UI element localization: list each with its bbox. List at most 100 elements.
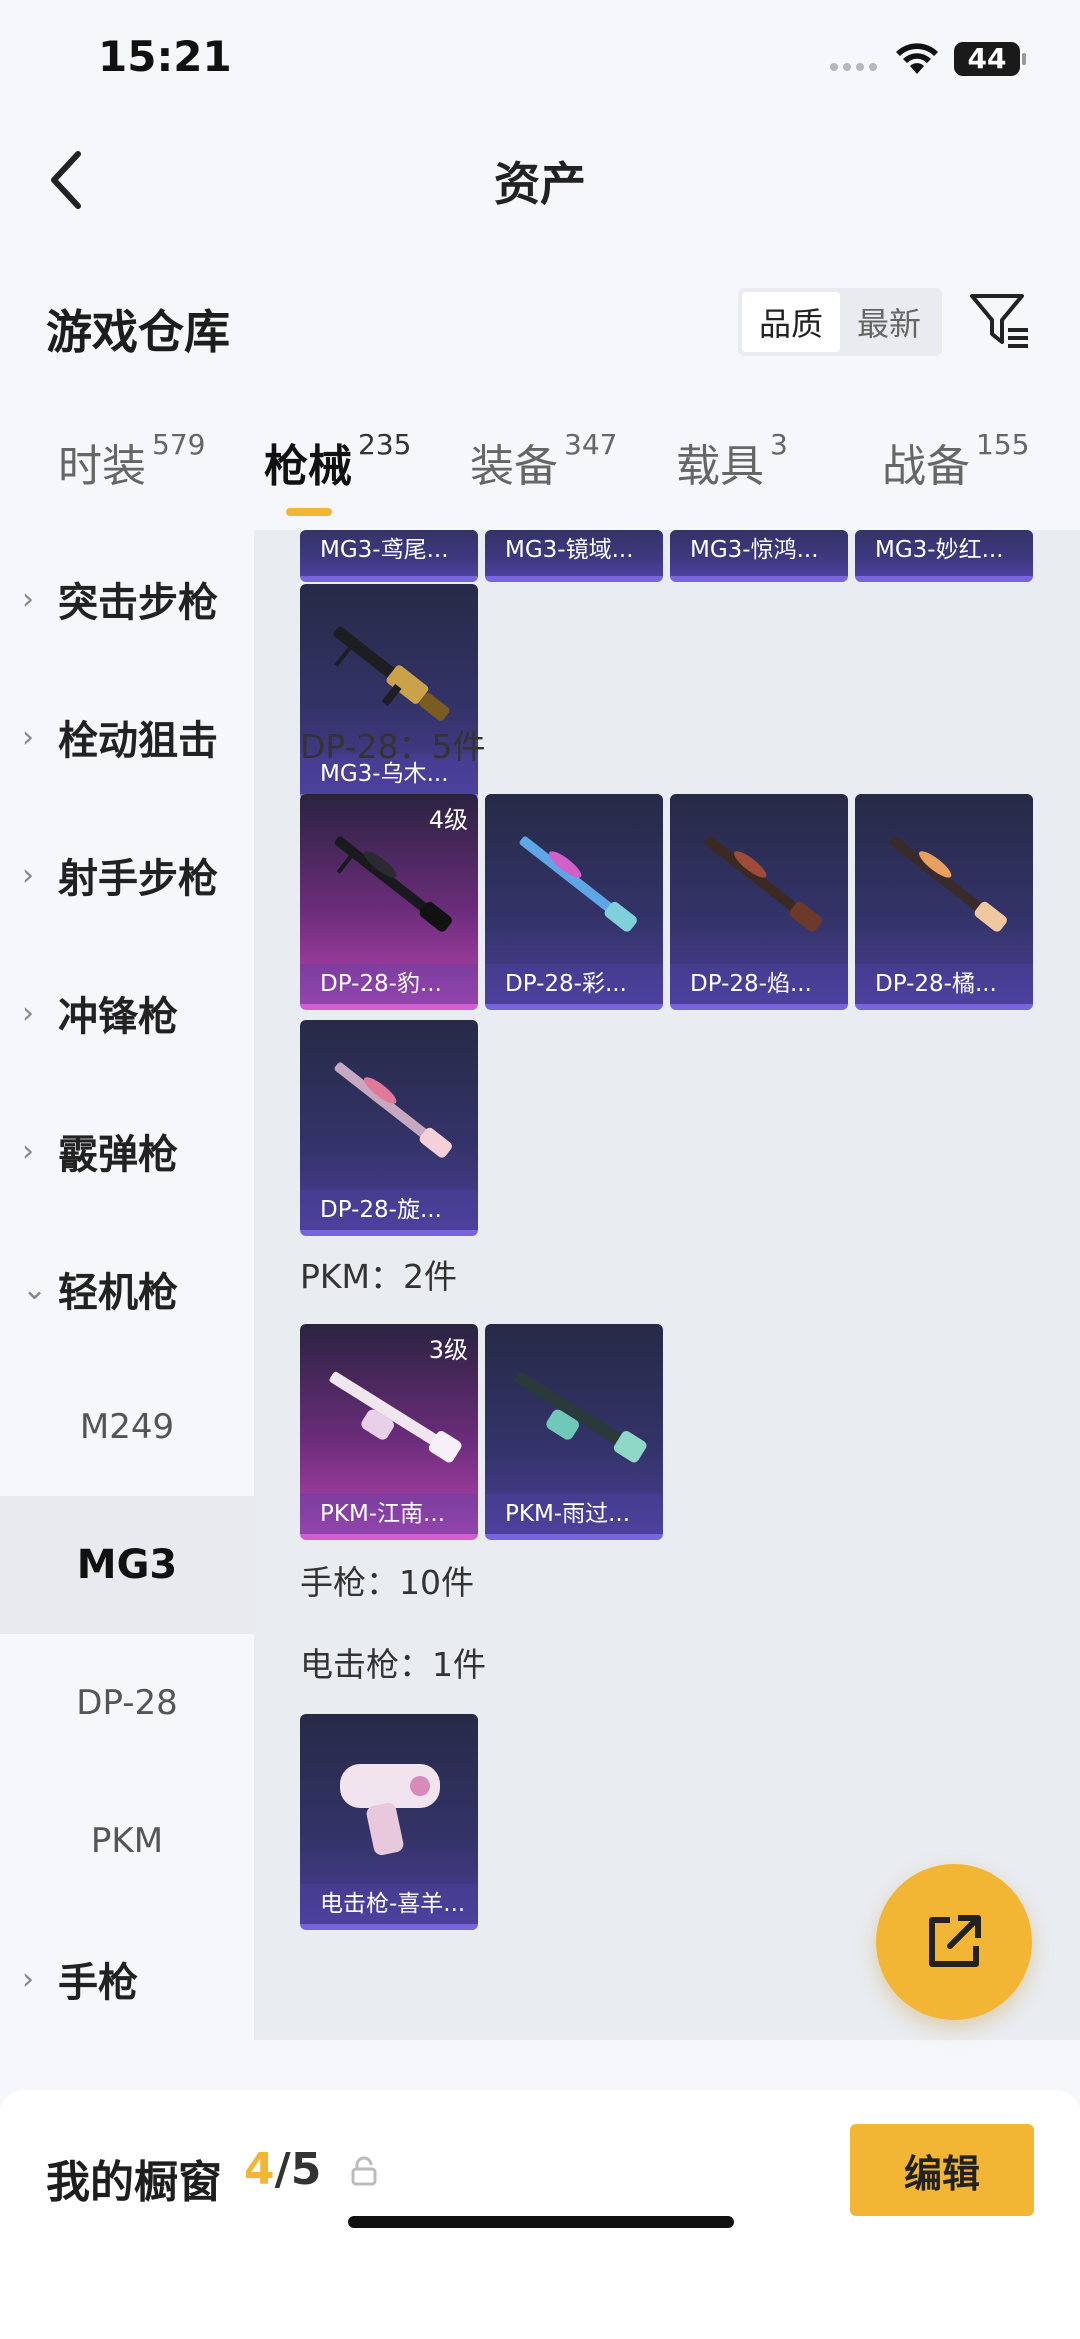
item-name: 电击枪-喜羊... bbox=[300, 1884, 478, 1924]
filter-button[interactable] bbox=[966, 288, 1032, 354]
item-card[interactable]: MG3-鸢尾... bbox=[300, 530, 478, 582]
sidebar-subitem-mg3[interactable]: MG3 bbox=[0, 1496, 254, 1634]
home-indicator bbox=[348, 2216, 734, 2228]
sidebar-subitem-dp28[interactable]: DP-28 bbox=[0, 1634, 254, 1772]
sidebar-item-label: 轻机枪 bbox=[58, 1270, 178, 1316]
machine-gun-icon bbox=[514, 1371, 647, 1463]
machine-gun-icon bbox=[334, 836, 452, 932]
showcase-count: 4/5 bbox=[244, 2144, 321, 2195]
active-tab-indicator bbox=[286, 508, 332, 516]
page-title: 资产 bbox=[494, 157, 586, 211]
machine-gun-icon bbox=[329, 1371, 462, 1463]
group-title-pistol: 手枪：10件 bbox=[300, 1563, 474, 1602]
sidebar-item-label: 冲锋枪 bbox=[58, 994, 178, 1040]
chevron-down-icon: ⌄ bbox=[22, 1271, 48, 1307]
item-card[interactable]: MG3-镜域... bbox=[485, 530, 663, 582]
sidebar-item-label: 栓动狙击 bbox=[58, 718, 218, 764]
item-card[interactable]: 3级 PKM-江南... bbox=[300, 1324, 478, 1540]
item-card[interactable]: MG3-妙红... bbox=[855, 530, 1033, 582]
chevron-right-icon: › bbox=[22, 1961, 34, 1997]
tab-label: 载具 bbox=[676, 441, 764, 492]
item-name: MG3-镜域... bbox=[485, 530, 663, 576]
sidebar-item-label: 射手步枪 bbox=[58, 856, 218, 902]
edit-button[interactable]: 编辑 bbox=[850, 2124, 1034, 2216]
tab-count: 235 bbox=[358, 428, 412, 461]
machine-gun-icon bbox=[519, 836, 637, 932]
wifi-icon bbox=[896, 43, 938, 74]
sidebar-item-shotgun[interactable]: › 霰弹枪 bbox=[0, 1082, 254, 1220]
tab-vehicles[interactable]: 载具 3 bbox=[676, 428, 788, 494]
sidebar-item-label: 突击步枪 bbox=[58, 580, 218, 626]
item-card[interactable]: 电击枪-喜羊... bbox=[300, 1714, 478, 1930]
group-title-pkm: PKM：2件 bbox=[300, 1257, 458, 1296]
tab-count: 579 bbox=[152, 428, 206, 461]
sidebar-item-marksman-rifle[interactable]: › 射手步枪 bbox=[0, 806, 254, 944]
status-time: 15:21 bbox=[98, 32, 232, 81]
item-name: MG3-惊鸿... bbox=[670, 530, 848, 576]
sort-quality-button[interactable]: 品质 bbox=[742, 292, 840, 352]
cellular-signal-icon bbox=[830, 56, 882, 71]
warehouse-title: 游戏仓库 bbox=[46, 305, 230, 359]
item-name: DP-28-豹... bbox=[300, 964, 478, 1004]
sidebar-item-smg[interactable]: › 冲锋枪 bbox=[0, 944, 254, 1082]
sidebar-subitem-pkm[interactable]: PKM bbox=[0, 1772, 254, 1910]
sidebar-subitem-m249[interactable]: M249 bbox=[0, 1358, 254, 1496]
sidebar-item-assault-rifle[interactable]: › 突击步枪 bbox=[0, 530, 254, 668]
machine-gun-icon bbox=[889, 836, 1007, 932]
taser-icon bbox=[340, 1764, 440, 1856]
item-name: PKM-江南... bbox=[300, 1494, 478, 1534]
status-bar: 15:21 44 bbox=[0, 0, 1080, 120]
sidebar-item-label: 手枪 bbox=[58, 1960, 138, 2006]
item-card[interactable]: PKM-雨过... bbox=[485, 1324, 663, 1540]
tab-count: 3 bbox=[770, 428, 788, 461]
tab-fashion[interactable]: 时装 579 bbox=[58, 428, 206, 494]
sidebar-item-lmg[interactable]: ⌄ 轻机枪 bbox=[0, 1220, 254, 1358]
showcase-bar: 我的橱窗 4/5 编辑 bbox=[0, 2090, 1080, 2339]
group-title-dp28: DP-28：5件 bbox=[300, 727, 486, 766]
chevron-right-icon: › bbox=[22, 719, 34, 755]
chevron-right-icon: › bbox=[22, 857, 34, 893]
item-name: DP-28-彩... bbox=[485, 964, 663, 1004]
sidebar-item-label: 霰弹枪 bbox=[58, 1132, 178, 1178]
chevron-right-icon: › bbox=[22, 1133, 34, 1169]
tab-supplies[interactable]: 战备 155 bbox=[882, 428, 1030, 494]
item-name: MG3-鸢尾... bbox=[300, 530, 478, 576]
sort-toggle: 品质 最新 bbox=[738, 288, 942, 356]
item-name: PKM-雨过... bbox=[485, 1494, 663, 1534]
item-card[interactable]: DP-28-橘... bbox=[855, 794, 1033, 1010]
showcase-total: /5 bbox=[274, 2144, 322, 2195]
item-card[interactable]: DP-28-旋... bbox=[300, 1020, 478, 1236]
chevron-right-icon: › bbox=[22, 581, 34, 617]
sort-latest-button[interactable]: 最新 bbox=[840, 292, 938, 352]
battery-icon: 44 bbox=[954, 42, 1026, 76]
showcase-current: 4 bbox=[244, 2144, 275, 2195]
machine-gun-icon bbox=[334, 1062, 452, 1158]
item-card[interactable]: DP-28-彩... bbox=[485, 794, 663, 1010]
tab-equipment[interactable]: 装备 347 bbox=[470, 428, 618, 494]
item-grid: MG3-鸢尾... MG3-镜域... MG3-惊鸿... MG3-妙红... … bbox=[254, 530, 1080, 2040]
tab-count: 347 bbox=[564, 428, 618, 461]
sidebar-item-bolt-sniper[interactable]: › 栓动狙击 bbox=[0, 668, 254, 806]
machine-gun-icon bbox=[704, 836, 822, 932]
showcase-title: 我的橱窗 bbox=[46, 2157, 222, 2208]
share-icon bbox=[929, 1915, 981, 1967]
item-card[interactable]: MG3-惊鸿... bbox=[670, 530, 848, 582]
tab-label: 装备 bbox=[470, 441, 558, 492]
item-card[interactable]: DP-28-焰... bbox=[670, 794, 848, 1010]
tab-label: 战备 bbox=[882, 441, 970, 492]
sidebar: › 突击步枪 › 栓动狙击 › 射手步枪 › 冲锋枪 › 霰弹枪 ⌄ 轻机枪 M… bbox=[0, 530, 254, 2040]
filter-icon bbox=[970, 294, 1028, 348]
tab-firearms[interactable]: 枪械 235 bbox=[264, 428, 412, 494]
item-card[interactable]: 4级 DP-28-豹... bbox=[300, 794, 478, 1010]
category-tabs: 时装 579 枪械 235 装备 347 载具 3 战备 155 bbox=[0, 428, 1080, 530]
item-name: DP-28-旋... bbox=[300, 1190, 478, 1230]
item-name: DP-28-橘... bbox=[855, 964, 1033, 1004]
tab-label: 时装 bbox=[58, 441, 146, 492]
share-button[interactable] bbox=[876, 1864, 1032, 2020]
tab-label: 枪械 bbox=[264, 441, 352, 492]
tab-count: 155 bbox=[976, 428, 1030, 461]
sidebar-item-pistol[interactable]: › 手枪 bbox=[0, 1910, 254, 2048]
item-name: DP-28-焰... bbox=[670, 964, 848, 1004]
chevron-right-icon: › bbox=[22, 995, 34, 1031]
group-title-taser: 电击枪：1件 bbox=[300, 1645, 486, 1684]
